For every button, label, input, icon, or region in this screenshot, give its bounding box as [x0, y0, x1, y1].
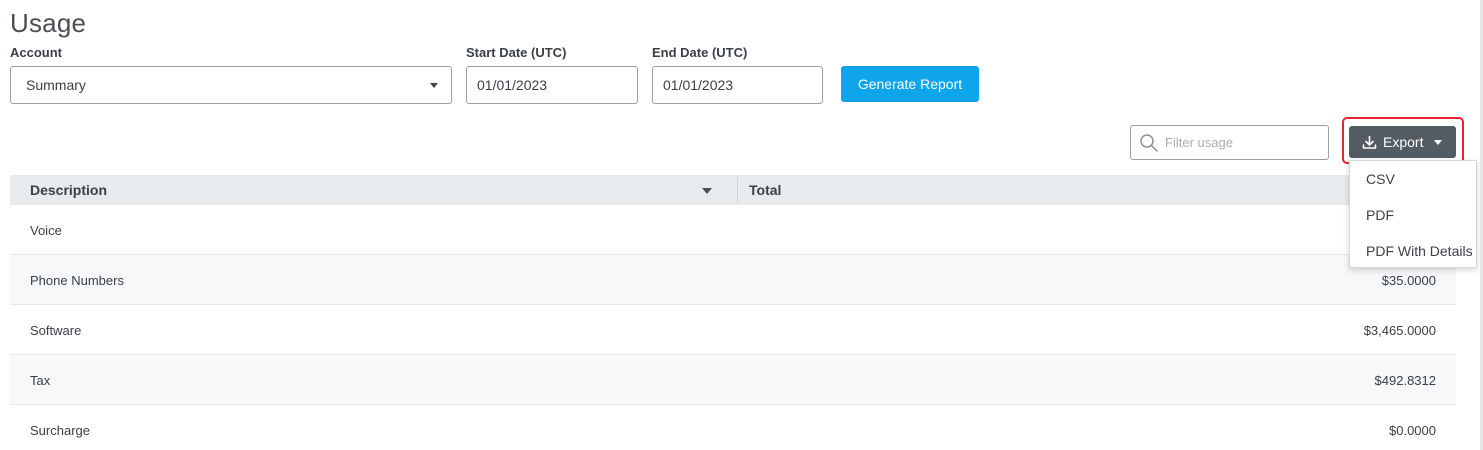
- column-header-total[interactable]: Total: [749, 182, 781, 198]
- search-icon: [1140, 134, 1158, 152]
- column-header-description[interactable]: Description: [30, 182, 107, 198]
- row-total: $3,465.0000: [1363, 323, 1436, 338]
- row-total: $35.0000: [1381, 273, 1436, 288]
- download-icon: [1362, 135, 1377, 149]
- export-button[interactable]: Export: [1349, 126, 1456, 158]
- table-row: Software $3,465.0000: [10, 305, 1456, 355]
- table-header: Description Total: [10, 175, 1456, 205]
- caret-down-icon: [1434, 139, 1443, 145]
- row-total: $492.8312: [1374, 373, 1436, 388]
- table-row: Phone Numbers $35.0000: [10, 255, 1456, 305]
- row-total: $0.0000: [1389, 423, 1436, 438]
- row-description: Surcharge: [30, 423, 90, 438]
- account-select[interactable]: Summary: [10, 66, 452, 104]
- caret-down-icon: [430, 83, 438, 88]
- account-label: Account: [10, 45, 62, 60]
- column-divider: [737, 177, 738, 203]
- usage-table: Description Total Voice Phone Numbers $3…: [10, 175, 1456, 450]
- filter-usage-input[interactable]: [1165, 126, 1325, 159]
- export-option-pdf-details[interactable]: PDF With Details: [1350, 233, 1476, 269]
- export-option-pdf[interactable]: PDF: [1350, 197, 1476, 233]
- end-date-input[interactable]: [652, 66, 823, 104]
- table-row: Surcharge $0.0000: [10, 405, 1456, 450]
- table-row: Voice: [10, 205, 1456, 255]
- row-description: Phone Numbers: [30, 273, 124, 288]
- row-description: Software: [30, 323, 82, 338]
- row-description: Voice: [30, 223, 62, 238]
- table-row: Tax $492.8312: [10, 355, 1456, 405]
- start-date-input[interactable]: [466, 66, 638, 104]
- export-dropdown-menu: CSV PDF PDF With Details: [1349, 160, 1477, 268]
- export-label: Export: [1383, 134, 1424, 150]
- filter-usage-field[interactable]: [1130, 125, 1329, 160]
- sort-desc-icon[interactable]: [702, 188, 712, 194]
- generate-report-button[interactable]: Generate Report: [841, 66, 979, 102]
- start-date-label: Start Date (UTC): [466, 45, 567, 60]
- account-select-value: Summary: [26, 77, 86, 93]
- export-option-csv[interactable]: CSV: [1350, 161, 1476, 197]
- row-description: Tax: [30, 373, 51, 388]
- page-title: Usage: [10, 8, 87, 38]
- end-date-label: End Date (UTC): [652, 45, 748, 60]
